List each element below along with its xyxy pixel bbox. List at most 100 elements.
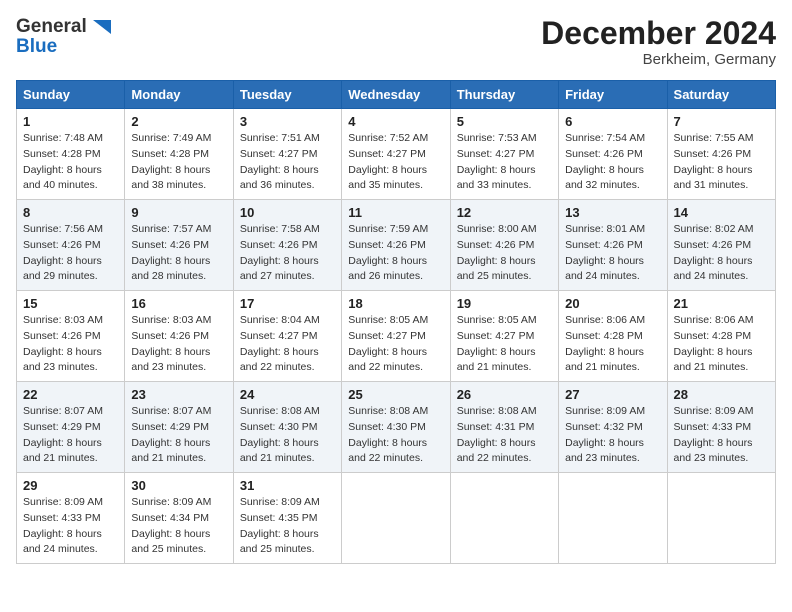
logo-brand: General Blue [16, 16, 111, 58]
day-detail: Sunrise: 7:55 AM Sunset: 4:26 PM Dayligh… [674, 132, 754, 191]
day-number: 26 [457, 387, 552, 402]
day-number: 16 [131, 296, 226, 311]
calendar-cell: 12 Sunrise: 8:00 AM Sunset: 4:26 PM Dayl… [450, 200, 558, 291]
calendar-cell: 7 Sunrise: 7:55 AM Sunset: 4:26 PM Dayli… [667, 109, 775, 200]
day-detail: Sunrise: 8:09 AM Sunset: 4:35 PM Dayligh… [240, 496, 320, 555]
calendar-cell [559, 473, 667, 564]
day-number: 19 [457, 296, 552, 311]
calendar-cell: 1 Sunrise: 7:48 AM Sunset: 4:28 PM Dayli… [17, 109, 125, 200]
logo-general: General [16, 16, 87, 38]
calendar-cell: 16 Sunrise: 8:03 AM Sunset: 4:26 PM Dayl… [125, 291, 233, 382]
calendar-cell: 9 Sunrise: 7:57 AM Sunset: 4:26 PM Dayli… [125, 200, 233, 291]
calendar-cell: 26 Sunrise: 8:08 AM Sunset: 4:31 PM Dayl… [450, 382, 558, 473]
calendar-cell: 5 Sunrise: 7:53 AM Sunset: 4:27 PM Dayli… [450, 109, 558, 200]
day-number: 7 [674, 114, 769, 129]
day-number: 18 [348, 296, 443, 311]
day-number: 21 [674, 296, 769, 311]
day-number: 17 [240, 296, 335, 311]
day-detail: Sunrise: 7:56 AM Sunset: 4:26 PM Dayligh… [23, 223, 103, 282]
day-number: 31 [240, 478, 335, 493]
day-detail: Sunrise: 8:00 AM Sunset: 4:26 PM Dayligh… [457, 223, 537, 282]
day-number: 3 [240, 114, 335, 129]
day-header-thursday: Thursday [450, 81, 558, 109]
calendar-week-row: 29 Sunrise: 8:09 AM Sunset: 4:33 PM Dayl… [17, 473, 776, 564]
day-detail: Sunrise: 7:53 AM Sunset: 4:27 PM Dayligh… [457, 132, 537, 191]
calendar-cell: 14 Sunrise: 8:02 AM Sunset: 4:26 PM Dayl… [667, 200, 775, 291]
day-number: 6 [565, 114, 660, 129]
calendar-cell: 29 Sunrise: 8:09 AM Sunset: 4:33 PM Dayl… [17, 473, 125, 564]
day-detail: Sunrise: 8:09 AM Sunset: 4:33 PM Dayligh… [23, 496, 103, 555]
calendar-cell: 8 Sunrise: 7:56 AM Sunset: 4:26 PM Dayli… [17, 200, 125, 291]
day-detail: Sunrise: 8:02 AM Sunset: 4:26 PM Dayligh… [674, 223, 754, 282]
day-number: 2 [131, 114, 226, 129]
day-detail: Sunrise: 8:09 AM Sunset: 4:34 PM Dayligh… [131, 496, 211, 555]
calendar-table: SundayMondayTuesdayWednesdayThursdayFrid… [16, 80, 776, 564]
calendar-cell: 30 Sunrise: 8:09 AM Sunset: 4:34 PM Dayl… [125, 473, 233, 564]
day-number: 13 [565, 205, 660, 220]
calendar-cell: 31 Sunrise: 8:09 AM Sunset: 4:35 PM Dayl… [233, 473, 341, 564]
day-detail: Sunrise: 7:57 AM Sunset: 4:26 PM Dayligh… [131, 223, 211, 282]
day-number: 22 [23, 387, 118, 402]
day-detail: Sunrise: 8:08 AM Sunset: 4:30 PM Dayligh… [348, 405, 428, 464]
calendar-cell: 20 Sunrise: 8:06 AM Sunset: 4:28 PM Dayl… [559, 291, 667, 382]
calendar-cell: 15 Sunrise: 8:03 AM Sunset: 4:26 PM Dayl… [17, 291, 125, 382]
day-number: 20 [565, 296, 660, 311]
calendar-cell: 25 Sunrise: 8:08 AM Sunset: 4:30 PM Dayl… [342, 382, 450, 473]
day-number: 12 [457, 205, 552, 220]
calendar-cell: 18 Sunrise: 8:05 AM Sunset: 4:27 PM Dayl… [342, 291, 450, 382]
day-number: 11 [348, 205, 443, 220]
day-detail: Sunrise: 8:06 AM Sunset: 4:28 PM Dayligh… [565, 314, 645, 373]
day-detail: Sunrise: 8:04 AM Sunset: 4:27 PM Dayligh… [240, 314, 320, 373]
day-detail: Sunrise: 8:08 AM Sunset: 4:31 PM Dayligh… [457, 405, 537, 464]
day-detail: Sunrise: 8:05 AM Sunset: 4:27 PM Dayligh… [348, 314, 428, 373]
day-number: 30 [131, 478, 226, 493]
logo-arrow-icon [89, 16, 111, 38]
calendar-cell [342, 473, 450, 564]
day-detail: Sunrise: 7:52 AM Sunset: 4:27 PM Dayligh… [348, 132, 428, 191]
day-detail: Sunrise: 8:03 AM Sunset: 4:26 PM Dayligh… [131, 314, 211, 373]
day-detail: Sunrise: 8:07 AM Sunset: 4:29 PM Dayligh… [23, 405, 103, 464]
calendar-week-row: 1 Sunrise: 7:48 AM Sunset: 4:28 PM Dayli… [17, 109, 776, 200]
logo: General Blue [16, 16, 111, 58]
day-number: 28 [674, 387, 769, 402]
calendar-cell: 28 Sunrise: 8:09 AM Sunset: 4:33 PM Dayl… [667, 382, 775, 473]
title-area: December 2024 Berkheim, Germany [541, 16, 776, 68]
day-detail: Sunrise: 8:03 AM Sunset: 4:26 PM Dayligh… [23, 314, 103, 373]
day-number: 10 [240, 205, 335, 220]
day-detail: Sunrise: 7:49 AM Sunset: 4:28 PM Dayligh… [131, 132, 211, 191]
day-detail: Sunrise: 7:54 AM Sunset: 4:26 PM Dayligh… [565, 132, 645, 191]
calendar-cell: 23 Sunrise: 8:07 AM Sunset: 4:29 PM Dayl… [125, 382, 233, 473]
day-header-saturday: Saturday [667, 81, 775, 109]
day-header-sunday: Sunday [17, 81, 125, 109]
day-detail: Sunrise: 8:01 AM Sunset: 4:26 PM Dayligh… [565, 223, 645, 282]
day-number: 1 [23, 114, 118, 129]
calendar-cell: 24 Sunrise: 8:08 AM Sunset: 4:30 PM Dayl… [233, 382, 341, 473]
calendar-cell: 4 Sunrise: 7:52 AM Sunset: 4:27 PM Dayli… [342, 109, 450, 200]
calendar-cell: 2 Sunrise: 7:49 AM Sunset: 4:28 PM Dayli… [125, 109, 233, 200]
day-detail: Sunrise: 7:58 AM Sunset: 4:26 PM Dayligh… [240, 223, 320, 282]
calendar-cell: 13 Sunrise: 8:01 AM Sunset: 4:26 PM Dayl… [559, 200, 667, 291]
day-number: 14 [674, 205, 769, 220]
day-number: 8 [23, 205, 118, 220]
calendar-cell: 3 Sunrise: 7:51 AM Sunset: 4:27 PM Dayli… [233, 109, 341, 200]
day-detail: Sunrise: 7:51 AM Sunset: 4:27 PM Dayligh… [240, 132, 320, 191]
calendar-cell [667, 473, 775, 564]
location-subtitle: Berkheim, Germany [541, 51, 776, 68]
day-detail: Sunrise: 7:48 AM Sunset: 4:28 PM Dayligh… [23, 132, 103, 191]
day-detail: Sunrise: 8:05 AM Sunset: 4:27 PM Dayligh… [457, 314, 537, 373]
calendar-week-row: 15 Sunrise: 8:03 AM Sunset: 4:26 PM Dayl… [17, 291, 776, 382]
calendar-cell: 11 Sunrise: 7:59 AM Sunset: 4:26 PM Dayl… [342, 200, 450, 291]
day-detail: Sunrise: 8:07 AM Sunset: 4:29 PM Dayligh… [131, 405, 211, 464]
calendar-cell [450, 473, 558, 564]
day-detail: Sunrise: 8:08 AM Sunset: 4:30 PM Dayligh… [240, 405, 320, 464]
calendar-cell: 17 Sunrise: 8:04 AM Sunset: 4:27 PM Dayl… [233, 291, 341, 382]
calendar-cell: 27 Sunrise: 8:09 AM Sunset: 4:32 PM Dayl… [559, 382, 667, 473]
header: General Blue December 2024 Berkheim, Ger… [16, 16, 776, 68]
day-header-friday: Friday [559, 81, 667, 109]
day-number: 24 [240, 387, 335, 402]
calendar-header-row: SundayMondayTuesdayWednesdayThursdayFrid… [17, 81, 776, 109]
day-number: 15 [23, 296, 118, 311]
calendar-cell: 6 Sunrise: 7:54 AM Sunset: 4:26 PM Dayli… [559, 109, 667, 200]
day-number: 5 [457, 114, 552, 129]
month-title: December 2024 [541, 16, 776, 51]
